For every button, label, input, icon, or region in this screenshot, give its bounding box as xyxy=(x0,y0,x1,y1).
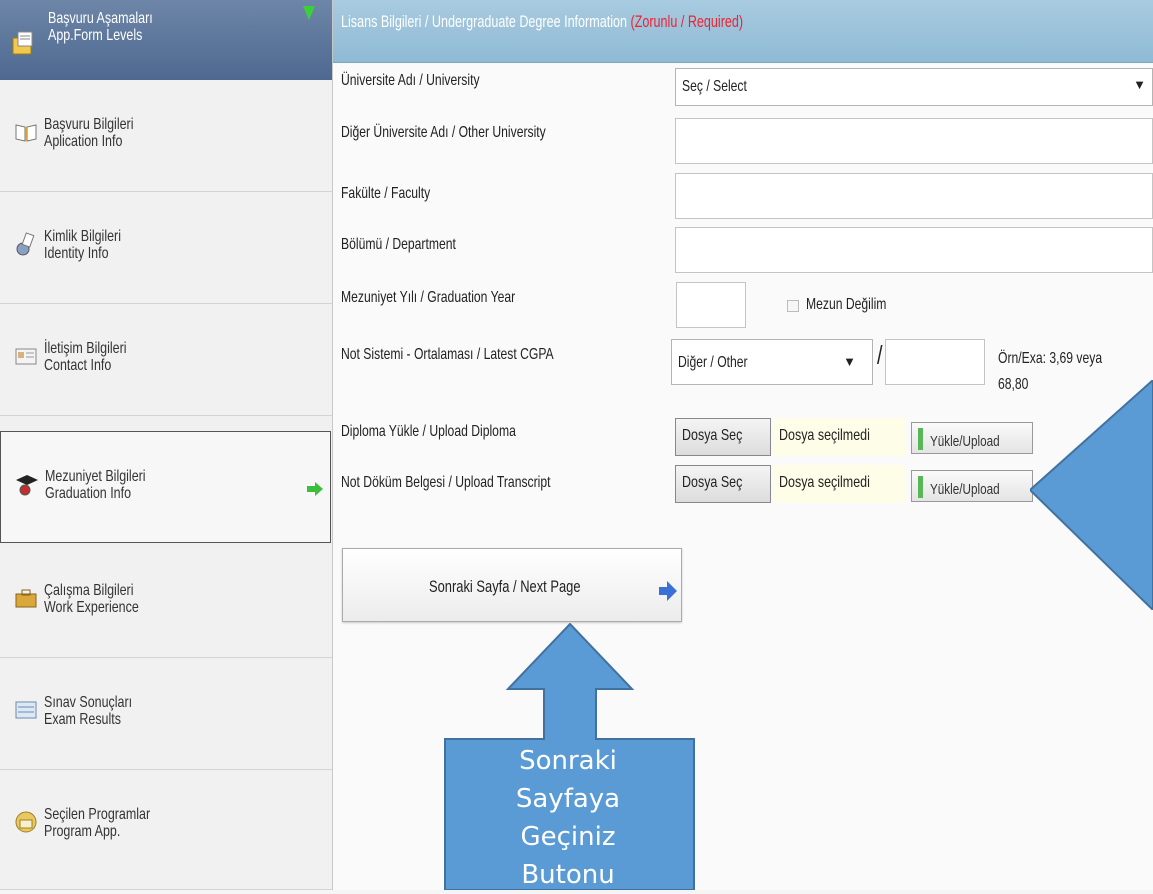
choose-file-text: Dosya Seç xyxy=(682,427,743,444)
sidebar-item-line2: Work Experience xyxy=(44,599,139,616)
required-note: (Zorunlu / Required) xyxy=(630,12,744,31)
sidebar-item-graduation-info[interactable]: Mezuniyet Bilgileri Graduation Info xyxy=(0,431,331,543)
callout-line1: Sonraki xyxy=(519,746,617,776)
sidebar-item-line2: Contact Info xyxy=(44,357,112,374)
grading-select-value: Diğer / Other xyxy=(678,354,748,371)
grading-slash: / xyxy=(877,340,883,370)
diploma-file-name: Dosya seçilmedi xyxy=(773,418,905,456)
section-header: Lisans Bilgileri / Undergraduate Degree … xyxy=(333,0,1153,63)
faculty-input[interactable] xyxy=(675,173,1153,219)
grading-system-select[interactable]: Diğer / Other ▼ xyxy=(671,339,873,385)
next-page-callout-text: Sonraki Sayfaya Geçiniz Butonu xyxy=(443,742,693,894)
grading-label: Not Sistemi - Ortalaması / Latest CGPA xyxy=(341,346,554,363)
identity-pen-icon xyxy=(16,232,35,256)
transcript-upload-label: Not Döküm Belgesi / Upload Transcript xyxy=(341,474,551,491)
choose-file-text: Dosya Seç xyxy=(682,474,743,491)
diploma-upload-label: Diploma Yükle / Upload Diploma xyxy=(341,423,516,440)
briefcase-icon xyxy=(15,589,37,608)
upload-arrow-icon xyxy=(918,428,923,450)
diploma-choose-file-button[interactable]: Dosya Seç xyxy=(675,418,771,456)
selected-programs-icon xyxy=(15,811,37,833)
next-page-button[interactable]: Sonraki Sayfa / Next Page xyxy=(342,548,682,622)
sidebar-item-line1: Sınav Sonuçları xyxy=(44,694,133,711)
sidebar-item-work-experience[interactable]: Çalışma Bilgileri Work Experience xyxy=(0,546,332,658)
sidebar: Başvuru Aşamaları App.Form Levels Başvur… xyxy=(0,0,333,890)
transcript-upload-button[interactable]: Yükle/Upload xyxy=(911,470,1033,502)
sidebar-item-selected-programs[interactable]: Seçilen Programlar Program App. xyxy=(0,770,332,890)
sidebar-item-contact-info[interactable]: İletişim Bilgileri Contact Info xyxy=(0,304,332,416)
cgpa-example-line1: Örn/Exa: 3,69 veya xyxy=(998,350,1103,367)
sidebar-item-line2: Aplication Info xyxy=(44,133,123,150)
not-graduated-checkbox[interactable] xyxy=(787,300,799,312)
callout-line3: Geçiniz xyxy=(520,822,616,852)
sidebar-item-line1: İletişim Bilgileri xyxy=(44,340,127,357)
sidebar-header-title: Başvuru Aşamaları App.Form Levels xyxy=(48,10,153,44)
sidebar-item-line1: Mezuniyet Bilgileri xyxy=(45,468,146,485)
faculty-label: Fakülte / Faculty xyxy=(341,185,431,202)
sidebar-header-line1: Başvuru Aşamaları xyxy=(48,10,153,27)
sidebar-header-line2: App.Form Levels xyxy=(48,27,143,44)
current-step-arrow-icon xyxy=(307,482,323,496)
upload-text: Yükle/Upload xyxy=(930,481,1000,498)
sidebar-item-line1: Kimlik Bilgileri xyxy=(44,228,121,245)
other-university-input[interactable] xyxy=(675,118,1153,164)
upload-text: Yükle/Upload xyxy=(930,433,1000,450)
sidebar-item-application-info[interactable]: Başvuru Bilgileri Aplication Info xyxy=(0,80,332,192)
graduation-year-label: Mezuniyet Yılı / Graduation Year xyxy=(341,289,516,306)
graduation-year-input[interactable] xyxy=(676,282,746,328)
upload-arrow-icon xyxy=(918,476,923,498)
sidebar-item-line1: Çalışma Bilgileri xyxy=(44,582,134,599)
side-callout-arrow-shape xyxy=(1030,380,1153,610)
callout-line2: Sayfaya xyxy=(515,784,621,814)
no-file-text: Dosya seçilmedi xyxy=(779,427,870,444)
contact-card-icon xyxy=(15,348,37,365)
exam-results-icon xyxy=(15,701,37,719)
sidebar-item-line2: Identity Info xyxy=(44,245,109,262)
sidebar-item-line2: Graduation Info xyxy=(45,485,132,502)
department-input[interactable] xyxy=(675,227,1153,273)
no-file-text: Dosya seçilmedi xyxy=(779,474,870,491)
university-select-value: Seç / Select xyxy=(682,78,747,95)
diploma-upload-button[interactable]: Yükle/Upload xyxy=(911,422,1033,454)
sidebar-item-exam-results[interactable]: Sınav Sonuçları Exam Results xyxy=(0,658,332,770)
dropdown-arrow-icon: ▼ xyxy=(843,354,856,369)
next-arrow-icon xyxy=(659,581,677,601)
not-graduated-label: Mezun Değilim xyxy=(806,296,887,313)
transcript-choose-file-button[interactable]: Dosya Seç xyxy=(675,465,771,503)
sidebar-header: Başvuru Aşamaları App.Form Levels xyxy=(0,0,332,80)
other-university-label: Diğer Üniversite Adı / Other University xyxy=(341,124,546,141)
section-title-text: Lisans Bilgileri / Undergraduate Degree … xyxy=(341,12,627,31)
sidebar-item-line2: Program App. xyxy=(44,823,121,840)
sidebar-item-line2: Exam Results xyxy=(44,711,121,728)
dropdown-arrow-icon: ▼ xyxy=(1133,77,1146,92)
transcript-file-name: Dosya seçilmedi xyxy=(773,465,905,503)
cgpa-input[interactable] xyxy=(885,339,985,385)
callout-line4: Butonu xyxy=(521,860,615,890)
section-title: Lisans Bilgileri / Undergraduate Degree … xyxy=(341,12,743,32)
sidebar-item-identity-info[interactable]: Kimlik Bilgileri Identity Info xyxy=(0,192,332,304)
next-page-text: Sonraki Sayfa / Next Page xyxy=(429,577,581,596)
collapse-triangle-icon[interactable] xyxy=(303,6,315,20)
book-icon xyxy=(15,124,37,142)
sidebar-item-line1: Başvuru Bilgileri xyxy=(44,116,134,133)
graduation-cap-icon xyxy=(16,475,38,496)
university-select[interactable]: Seç / Select ▼ xyxy=(675,68,1153,106)
application-levels-icon xyxy=(12,31,33,55)
university-label: Üniversite Adı / University xyxy=(341,72,480,89)
sidebar-item-line1: Seçilen Programlar xyxy=(44,806,151,823)
department-label: Bölümü / Department xyxy=(341,236,456,253)
